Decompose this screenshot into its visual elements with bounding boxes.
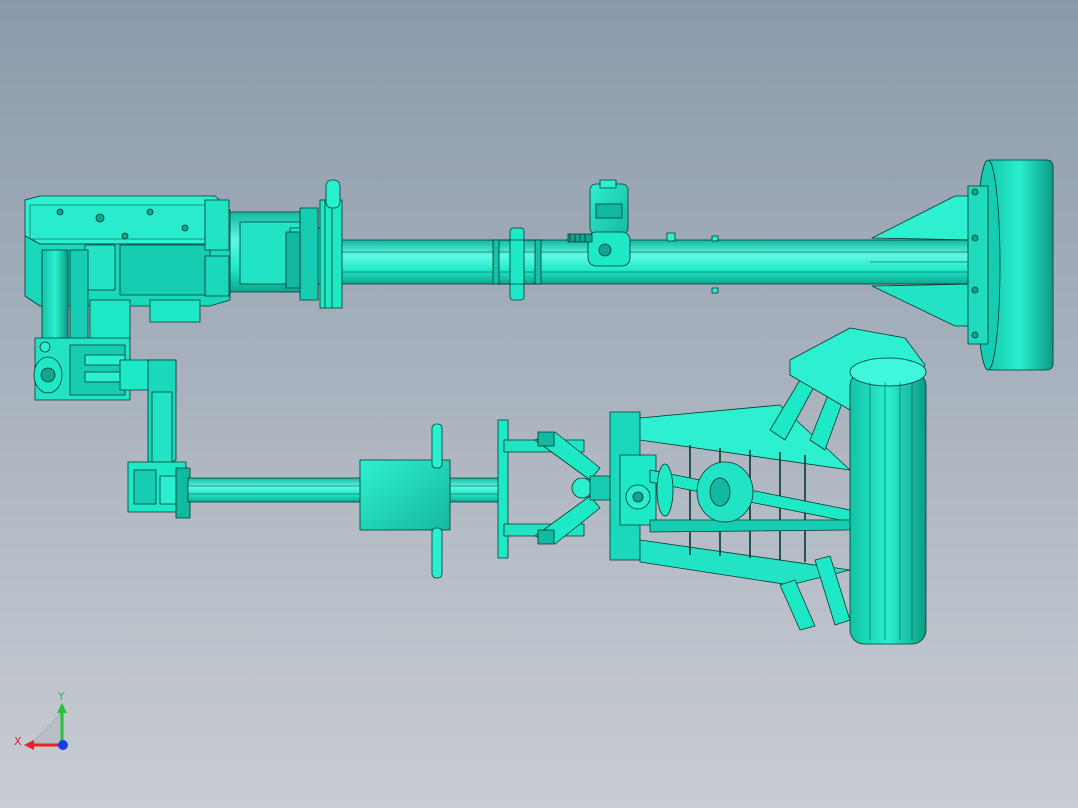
wrist-block[interactable] (127, 461, 191, 519)
lower-shaft[interactable] (187, 477, 501, 503)
upper-boom-tube[interactable] (339, 239, 981, 285)
cad-3d-viewport[interactable]: Y X (0, 0, 1078, 808)
elbow-link (147, 359, 177, 471)
triad-z-axis (58, 740, 68, 750)
boom-pin (711, 235, 719, 242)
end-disc-flange[interactable] (967, 159, 1054, 371)
triad-x-label: X (14, 735, 22, 748)
boom-pin (711, 287, 719, 294)
boom-pin (666, 232, 676, 242)
viewport-canvas[interactable]: Y X (0, 0, 1078, 808)
triad-y-label: Y (57, 690, 65, 703)
